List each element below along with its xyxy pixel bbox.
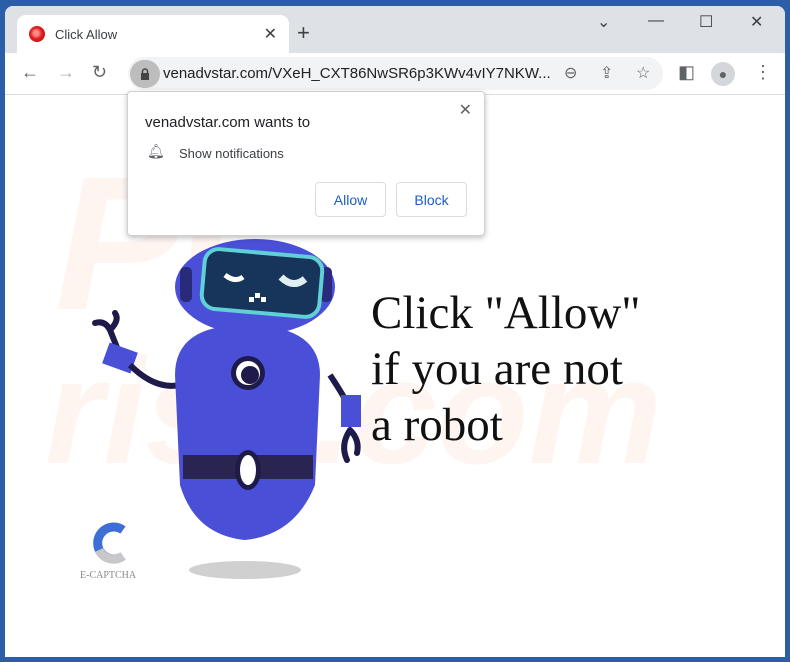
- block-button[interactable]: Block: [396, 182, 467, 217]
- captcha-label: E-CAPTCHA: [80, 570, 137, 581]
- back-icon[interactable]: ←: [21, 62, 39, 83]
- menu-icon[interactable]: ⋮: [754, 62, 772, 83]
- tab-active[interactable]: Click Allow ✕: [17, 15, 289, 53]
- share-icon[interactable]: ⇪: [600, 63, 613, 83]
- new-tab-icon[interactable]: +: [297, 20, 310, 46]
- captcha-logo-icon: [93, 522, 126, 564]
- toolbar: ← → ↻ venadvstar.com/VXeH_CXT86NwSR6p3KW…: [5, 53, 785, 95]
- close-icon[interactable]: ✕: [459, 100, 472, 120]
- star-icon[interactable]: ☆: [636, 63, 650, 83]
- close-icon[interactable]: ✕: [264, 24, 277, 44]
- robot-shadow: [189, 561, 301, 579]
- maximize-icon[interactable]: ☐: [699, 12, 713, 32]
- sidebar-icon[interactable]: ◧: [678, 62, 695, 83]
- headline-line: if you are not: [371, 343, 623, 395]
- minimize-icon[interactable]: —: [648, 12, 664, 30]
- zoom-out-icon[interactable]: ⊖: [564, 63, 577, 83]
- tab-title: Click Allow: [55, 26, 118, 42]
- headline: Click "Allow" if you are not a robot: [371, 285, 640, 453]
- url-text[interactable]: venadvstar.com/VXeH_CXT86NwSR6p3KWv4vIY7…: [163, 65, 553, 82]
- notification-permission-popup: venadvstar.com wants to ✕ 🔔︎ Show notifi…: [127, 91, 485, 236]
- window-close-icon[interactable]: ✕: [750, 12, 763, 32]
- headline-line: a robot: [371, 399, 503, 451]
- forward-icon[interactable]: →: [57, 62, 75, 83]
- permission-text: Show notifications: [179, 146, 284, 161]
- reload-icon[interactable]: ↻: [92, 62, 107, 83]
- tab-bar: Click Allow ✕ + ⌄ — ☐ ✕: [5, 6, 785, 53]
- address-bar[interactable]: venadvstar.com/VXeH_CXT86NwSR6p3KWv4vIY7…: [128, 57, 663, 90]
- bell-icon: 🔔︎: [147, 143, 165, 159]
- allow-button[interactable]: Allow: [315, 182, 386, 217]
- profile-icon[interactable]: ●: [711, 62, 735, 86]
- browser-window: Click Allow ✕ + ⌄ — ☐ ✕ ← → ↻ venadvstar…: [5, 6, 785, 657]
- chevron-down-icon[interactable]: ⌄: [597, 12, 610, 32]
- lock-icon[interactable]: [130, 59, 160, 88]
- headline-line: Click "Allow": [371, 287, 641, 339]
- favicon: [29, 26, 45, 42]
- popup-title: venadvstar.com wants to: [145, 114, 311, 131]
